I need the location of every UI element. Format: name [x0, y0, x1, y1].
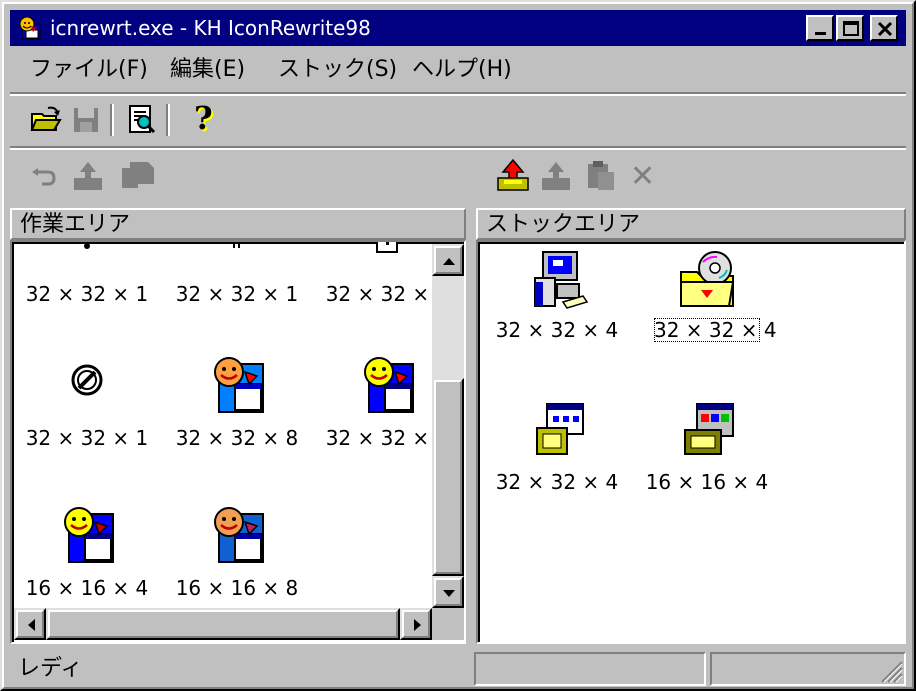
partial-icon [233, 242, 240, 248]
work-icon-item[interactable]: 32 × 32 × 8 [162, 350, 312, 458]
title-bar[interactable]: icnrewrt.exe - KH IconRewrite98 [10, 10, 906, 46]
partial-icon [84, 243, 90, 249]
help-icon: ? [194, 99, 213, 137]
stock-add-icon[interactable] [496, 158, 530, 192]
computer-icon [534, 251, 589, 309]
work-area-title: 作業エリア [20, 212, 131, 237]
status-text: レディ [18, 656, 83, 681]
menu-bar: ファイル(F) 編集(E) ストック(S) ヘルプ(H) [10, 50, 906, 90]
work-icon-item[interactable]: 32 × 32 × 1 [12, 350, 162, 458]
app-icon [19, 16, 41, 40]
smiley-window-icon [214, 357, 264, 413]
smiley-window-icon [214, 507, 264, 563]
action-bar: ✕ [10, 154, 906, 202]
no-entry-icon [71, 364, 103, 396]
stock-area-title: ストックエリア [486, 212, 641, 237]
stock-icon-item[interactable]: 32 × 32 × 4 [482, 248, 632, 356]
toolbar-divider [10, 146, 906, 150]
save-button[interactable] [68, 102, 104, 138]
stock-icon-item[interactable]: 16 × 16 × 4 [632, 400, 782, 508]
scroll-up-button[interactable] [432, 244, 464, 276]
menu-file[interactable]: ファイル(F) [30, 56, 148, 84]
undo-icon[interactable] [30, 166, 58, 190]
toolbar: ? [10, 98, 906, 146]
work-icon-item[interactable]: 16 × 16 × 8 [162, 500, 312, 608]
menu-stock[interactable]: ストック(S) [278, 56, 397, 84]
stock-area-header: ストックエリア [476, 208, 906, 240]
open-button[interactable] [28, 102, 64, 138]
scroll-thumb[interactable] [432, 378, 464, 576]
close-button[interactable] [870, 15, 898, 41]
delete-icon[interactable]: ✕ [630, 160, 655, 194]
partial-icon [376, 242, 398, 253]
toolbar-separator [166, 104, 170, 136]
copy-icon[interactable] [120, 160, 156, 192]
cd-folder-icon [680, 251, 735, 307]
paste-icon[interactable] [586, 160, 616, 192]
find-button[interactable] [124, 102, 160, 138]
smiley-window-icon [364, 357, 414, 413]
work-icon-item[interactable]: 16 × 16 × 4 [12, 500, 162, 608]
close-icon [877, 21, 893, 37]
arrow-right-icon [414, 619, 421, 631]
stock-icon-item[interactable]: 32 × 32 × 4 [632, 248, 782, 356]
menu-help[interactable]: ヘルプ(H) [412, 56, 512, 84]
window-app-icon [684, 403, 734, 455]
push-icon[interactable] [72, 160, 104, 192]
stock-push-icon[interactable] [540, 160, 572, 192]
status-bar: レディ [10, 652, 906, 688]
maximize-button[interactable] [836, 15, 864, 41]
work-area-list[interactable]: 32 × 32 × 1 32 × 32 × 1 32 × 32 × 1 32 ×… [10, 240, 466, 644]
find-icon [129, 105, 156, 134]
scroll-corner [432, 608, 464, 640]
work-area-header: 作業エリア [10, 208, 466, 240]
arrow-left-icon [28, 619, 35, 631]
smiley-window-icon [64, 507, 114, 563]
resize-grip-icon[interactable] [878, 658, 904, 684]
scroll-h-thumb[interactable] [46, 608, 400, 640]
arrow-down-icon [443, 590, 455, 597]
horizontal-scrollbar[interactable] [14, 608, 432, 640]
scroll-right-button[interactable] [400, 608, 432, 640]
open-folder-icon [30, 106, 62, 131]
save-icon [74, 108, 98, 132]
work-icon-item[interactable]: 32 × 32 × 1 [12, 242, 162, 320]
vertical-scrollbar[interactable] [432, 244, 464, 608]
help-button[interactable]: ? [186, 99, 222, 138]
scroll-down-button[interactable] [432, 576, 464, 608]
scroll-left-button[interactable] [14, 608, 46, 640]
minimize-button[interactable] [806, 15, 834, 41]
window-app-icon [536, 403, 584, 455]
main-window: icnrewrt.exe - KH IconRewrite98 ファイル(F) … [0, 0, 916, 691]
menu-divider [10, 92, 906, 96]
selected-label: 32 × 32 × 4 [654, 318, 777, 342]
status-panel [710, 652, 906, 686]
arrow-up-icon [443, 258, 455, 265]
toolbar-separator [110, 104, 114, 136]
work-icon-item[interactable]: 32 × 32 × 1 [162, 242, 312, 320]
status-panel [474, 652, 706, 686]
stock-area-list[interactable]: 32 × 32 × 4 32 × 32 × 4 32 × 32 × 4 16 ×… [476, 240, 906, 644]
minimize-icon [815, 32, 826, 35]
window-title: icnrewrt.exe - KH IconRewrite98 [50, 16, 371, 40]
stock-icon-item[interactable]: 32 × 32 × 4 [482, 400, 632, 508]
menu-edit[interactable]: 編集(E) [170, 56, 245, 84]
maximize-icon [843, 21, 859, 36]
